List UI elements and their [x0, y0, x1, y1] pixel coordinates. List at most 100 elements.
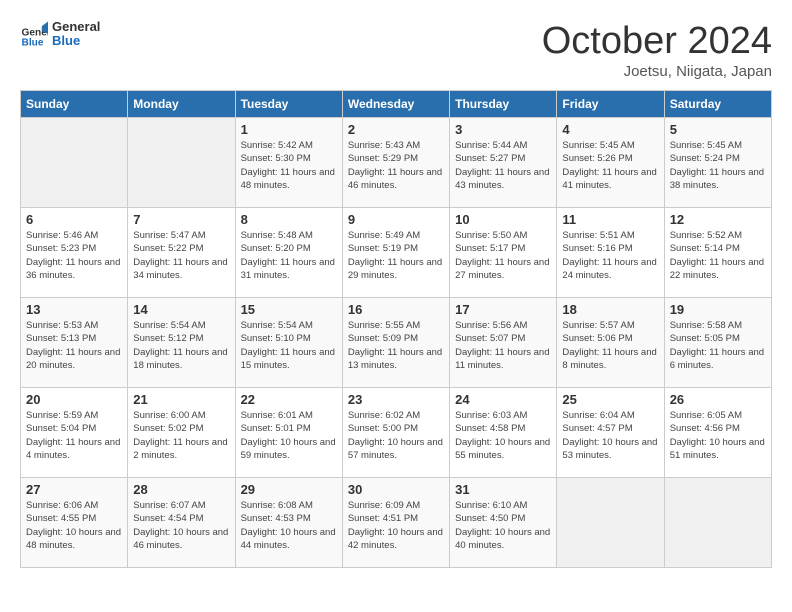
day-number: 7	[133, 212, 229, 227]
day-number: 27	[26, 482, 122, 497]
calendar-cell: 22 Sunrise: 6:01 AM Sunset: 5:01 PM Dayli…	[235, 388, 342, 478]
day-number: 28	[133, 482, 229, 497]
column-header-monday: Monday	[128, 91, 235, 118]
day-info: Sunrise: 5:44 AM Sunset: 5:27 PM Dayligh…	[455, 139, 551, 192]
column-header-tuesday: Tuesday	[235, 91, 342, 118]
day-number: 13	[26, 302, 122, 317]
calendar-table: SundayMondayTuesdayWednesdayThursdayFrid…	[20, 90, 772, 568]
column-header-friday: Friday	[557, 91, 664, 118]
day-number: 22	[241, 392, 337, 407]
logo-blue-text: Blue	[52, 34, 100, 48]
day-info: Sunrise: 5:54 AM Sunset: 5:10 PM Dayligh…	[241, 319, 337, 372]
day-number: 21	[133, 392, 229, 407]
calendar-week-1: 1 Sunrise: 5:42 AM Sunset: 5:30 PM Daylig…	[21, 118, 772, 208]
day-number: 2	[348, 122, 444, 137]
day-info: Sunrise: 5:53 AM Sunset: 5:13 PM Dayligh…	[26, 319, 122, 372]
calendar-cell: 23 Sunrise: 6:02 AM Sunset: 5:00 PM Dayli…	[342, 388, 449, 478]
calendar-title: October 2024	[542, 20, 772, 63]
calendar-cell: 21 Sunrise: 6:00 AM Sunset: 5:02 PM Dayli…	[128, 388, 235, 478]
day-info: Sunrise: 5:58 AM Sunset: 5:05 PM Dayligh…	[670, 319, 766, 372]
calendar-cell	[128, 118, 235, 208]
calendar-cell: 11Sunrise: 5:51 AM Sunset: 5:16 PM Dayli…	[557, 208, 664, 298]
day-info: Sunrise: 5:56 AM Sunset: 5:07 PM Dayligh…	[455, 319, 551, 372]
calendar-cell: 20 Sunrise: 5:59 AM Sunset: 5:04 PM Dayli…	[21, 388, 128, 478]
day-info: Sunrise: 5:42 AM Sunset: 5:30 PM Dayligh…	[241, 139, 337, 192]
day-number: 9	[348, 212, 444, 227]
day-number: 15	[241, 302, 337, 317]
day-number: 31	[455, 482, 551, 497]
column-header-wednesday: Wednesday	[342, 91, 449, 118]
calendar-cell: 12 Sunrise: 5:52 AM Sunset: 5:14 PM Dayli…	[664, 208, 771, 298]
calendar-cell: 27 Sunrise: 6:06 AM Sunset: 4:55 PM Dayli…	[21, 478, 128, 568]
day-number: 14	[133, 302, 229, 317]
calendar-cell: 17 Sunrise: 5:56 AM Sunset: 5:07 PM Dayli…	[450, 298, 557, 388]
calendar-cell	[557, 478, 664, 568]
day-number: 29	[241, 482, 337, 497]
column-header-saturday: Saturday	[664, 91, 771, 118]
day-number: 18	[562, 302, 658, 317]
day-number: 12	[670, 212, 766, 227]
day-info: Sunrise: 5:52 AM Sunset: 5:14 PM Dayligh…	[670, 229, 766, 282]
day-info: Sunrise: 5:45 AM Sunset: 5:24 PM Dayligh…	[670, 139, 766, 192]
calendar-cell: 26Sunrise: 6:05 AM Sunset: 4:56 PM Dayli…	[664, 388, 771, 478]
day-number: 8	[241, 212, 337, 227]
day-number: 17	[455, 302, 551, 317]
calendar-week-5: 27 Sunrise: 6:06 AM Sunset: 4:55 PM Dayli…	[21, 478, 772, 568]
calendar-cell: 25Sunrise: 6:04 AM Sunset: 4:57 PM Dayli…	[557, 388, 664, 478]
day-info: Sunrise: 6:06 AM Sunset: 4:55 PM Dayligh…	[26, 499, 122, 552]
svg-text:Blue: Blue	[22, 38, 44, 48]
calendar-cell: 24 Sunrise: 6:03 AM Sunset: 4:58 PM Dayli…	[450, 388, 557, 478]
day-number: 24	[455, 392, 551, 407]
calendar-cell: 19Sunrise: 5:58 AM Sunset: 5:05 PM Dayli…	[664, 298, 771, 388]
day-info: Sunrise: 6:10 AM Sunset: 4:50 PM Dayligh…	[455, 499, 551, 552]
day-info: Sunrise: 5:59 AM Sunset: 5:04 PM Dayligh…	[26, 409, 122, 462]
day-info: Sunrise: 5:54 AM Sunset: 5:12 PM Dayligh…	[133, 319, 229, 372]
day-number: 5	[670, 122, 766, 137]
calendar-cell: 15 Sunrise: 5:54 AM Sunset: 5:10 PM Dayli…	[235, 298, 342, 388]
calendar-cell: 18 Sunrise: 5:57 AM Sunset: 5:06 PM Dayli…	[557, 298, 664, 388]
day-info: Sunrise: 6:01 AM Sunset: 5:01 PM Dayligh…	[241, 409, 337, 462]
calendar-cell	[664, 478, 771, 568]
calendar-cell: 28Sunrise: 6:07 AM Sunset: 4:54 PM Dayli…	[128, 478, 235, 568]
calendar-cell: 10 Sunrise: 5:50 AM Sunset: 5:17 PM Dayli…	[450, 208, 557, 298]
calendar-cell: 3 Sunrise: 5:44 AM Sunset: 5:27 PM Daylig…	[450, 118, 557, 208]
day-number: 26	[670, 392, 766, 407]
day-number: 23	[348, 392, 444, 407]
calendar-cell: 4Sunrise: 5:45 AM Sunset: 5:26 PM Daylig…	[557, 118, 664, 208]
day-info: Sunrise: 6:02 AM Sunset: 5:00 PM Dayligh…	[348, 409, 444, 462]
day-info: Sunrise: 5:43 AM Sunset: 5:29 PM Dayligh…	[348, 139, 444, 192]
day-number: 3	[455, 122, 551, 137]
day-number: 20	[26, 392, 122, 407]
logo-general-text: General	[52, 20, 100, 34]
calendar-cell	[21, 118, 128, 208]
day-number: 10	[455, 212, 551, 227]
day-info: Sunrise: 5:46 AM Sunset: 5:23 PM Dayligh…	[26, 229, 122, 282]
calendar-cell: 2 Sunrise: 5:43 AM Sunset: 5:29 PM Daylig…	[342, 118, 449, 208]
day-info: Sunrise: 5:55 AM Sunset: 5:09 PM Dayligh…	[348, 319, 444, 372]
calendar-cell: 5 Sunrise: 5:45 AM Sunset: 5:24 PM Daylig…	[664, 118, 771, 208]
column-header-thursday: Thursday	[450, 91, 557, 118]
calendar-week-4: 20 Sunrise: 5:59 AM Sunset: 5:04 PM Dayli…	[21, 388, 772, 478]
day-info: Sunrise: 6:00 AM Sunset: 5:02 PM Dayligh…	[133, 409, 229, 462]
calendar-cell: 14 Sunrise: 5:54 AM Sunset: 5:12 PM Dayli…	[128, 298, 235, 388]
calendar-cell: 8Sunrise: 5:48 AM Sunset: 5:20 PM Daylig…	[235, 208, 342, 298]
day-number: 16	[348, 302, 444, 317]
calendar-cell: 13 Sunrise: 5:53 AM Sunset: 5:13 PM Dayli…	[21, 298, 128, 388]
logo-icon: General Blue	[20, 20, 48, 48]
day-info: Sunrise: 5:57 AM Sunset: 5:06 PM Dayligh…	[562, 319, 658, 372]
calendar-cell: 29 Sunrise: 6:08 AM Sunset: 4:53 PM Dayli…	[235, 478, 342, 568]
day-number: 4	[562, 122, 658, 137]
day-info: Sunrise: 6:08 AM Sunset: 4:53 PM Dayligh…	[241, 499, 337, 552]
page-header: General Blue General Blue October 2024 J…	[20, 20, 772, 80]
logo: General Blue General Blue	[20, 20, 100, 49]
day-info: Sunrise: 6:09 AM Sunset: 4:51 PM Dayligh…	[348, 499, 444, 552]
day-number: 30	[348, 482, 444, 497]
day-number: 6	[26, 212, 122, 227]
day-info: Sunrise: 6:03 AM Sunset: 4:58 PM Dayligh…	[455, 409, 551, 462]
day-info: Sunrise: 5:50 AM Sunset: 5:17 PM Dayligh…	[455, 229, 551, 282]
calendar-week-2: 6 Sunrise: 5:46 AM Sunset: 5:23 PM Daylig…	[21, 208, 772, 298]
calendar-cell: 7Sunrise: 5:47 AM Sunset: 5:22 PM Daylig…	[128, 208, 235, 298]
calendar-subtitle: Joetsu, Niigata, Japan	[542, 63, 772, 80]
day-number: 1	[241, 122, 337, 137]
calendar-cell: 30 Sunrise: 6:09 AM Sunset: 4:51 PM Dayli…	[342, 478, 449, 568]
